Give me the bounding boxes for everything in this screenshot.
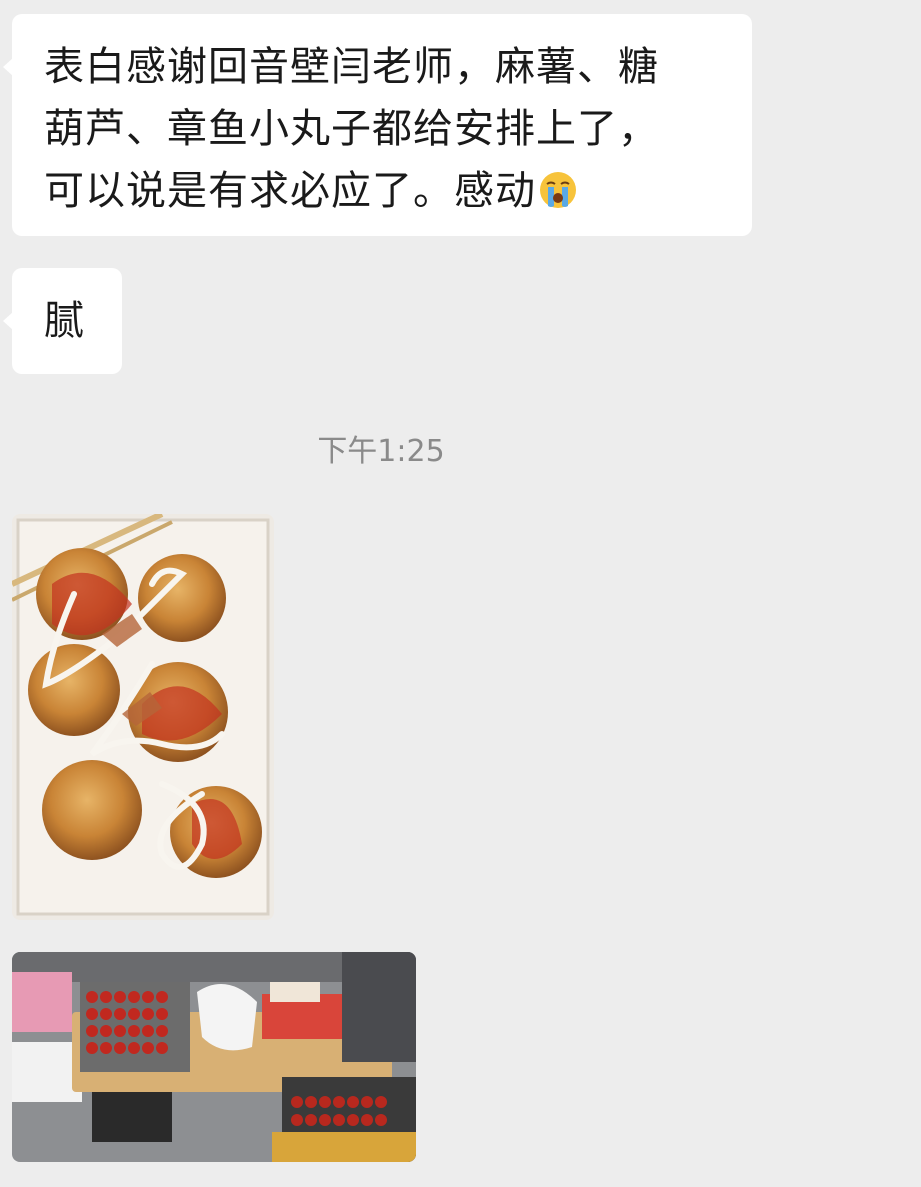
message-text: 腻 [44, 298, 84, 344]
takoyaki-photo[interactable] [12, 514, 274, 920]
message-timestamp: 下午1:25 [317, 434, 445, 469]
tanghulu-stall-photo-image [12, 952, 416, 1162]
message-bubble-greasy[interactable]: 腻 [3, 268, 122, 374]
tanghulu-stall-photo[interactable] [12, 952, 416, 1162]
message-bubble-thanks[interactable]: 表白感谢回音壁闫老师，麻薯、糖 葫芦、章鱼小丸子都给安排上了， 可以说是有求必应… [3, 14, 752, 236]
message-line-3-text: 可以说是有求必应了。感动 [44, 168, 536, 214]
message-line-3: 可以说是有求必应了。感动 [44, 160, 732, 222]
takoyaki-photo-image [12, 514, 274, 920]
message-line-2: 葫芦、章鱼小丸子都给安排上了， [44, 106, 659, 152]
message-line-1: 表白感谢回音壁闫老师，麻薯、糖 [44, 44, 659, 90]
crying-face-emoji-icon [540, 172, 576, 208]
